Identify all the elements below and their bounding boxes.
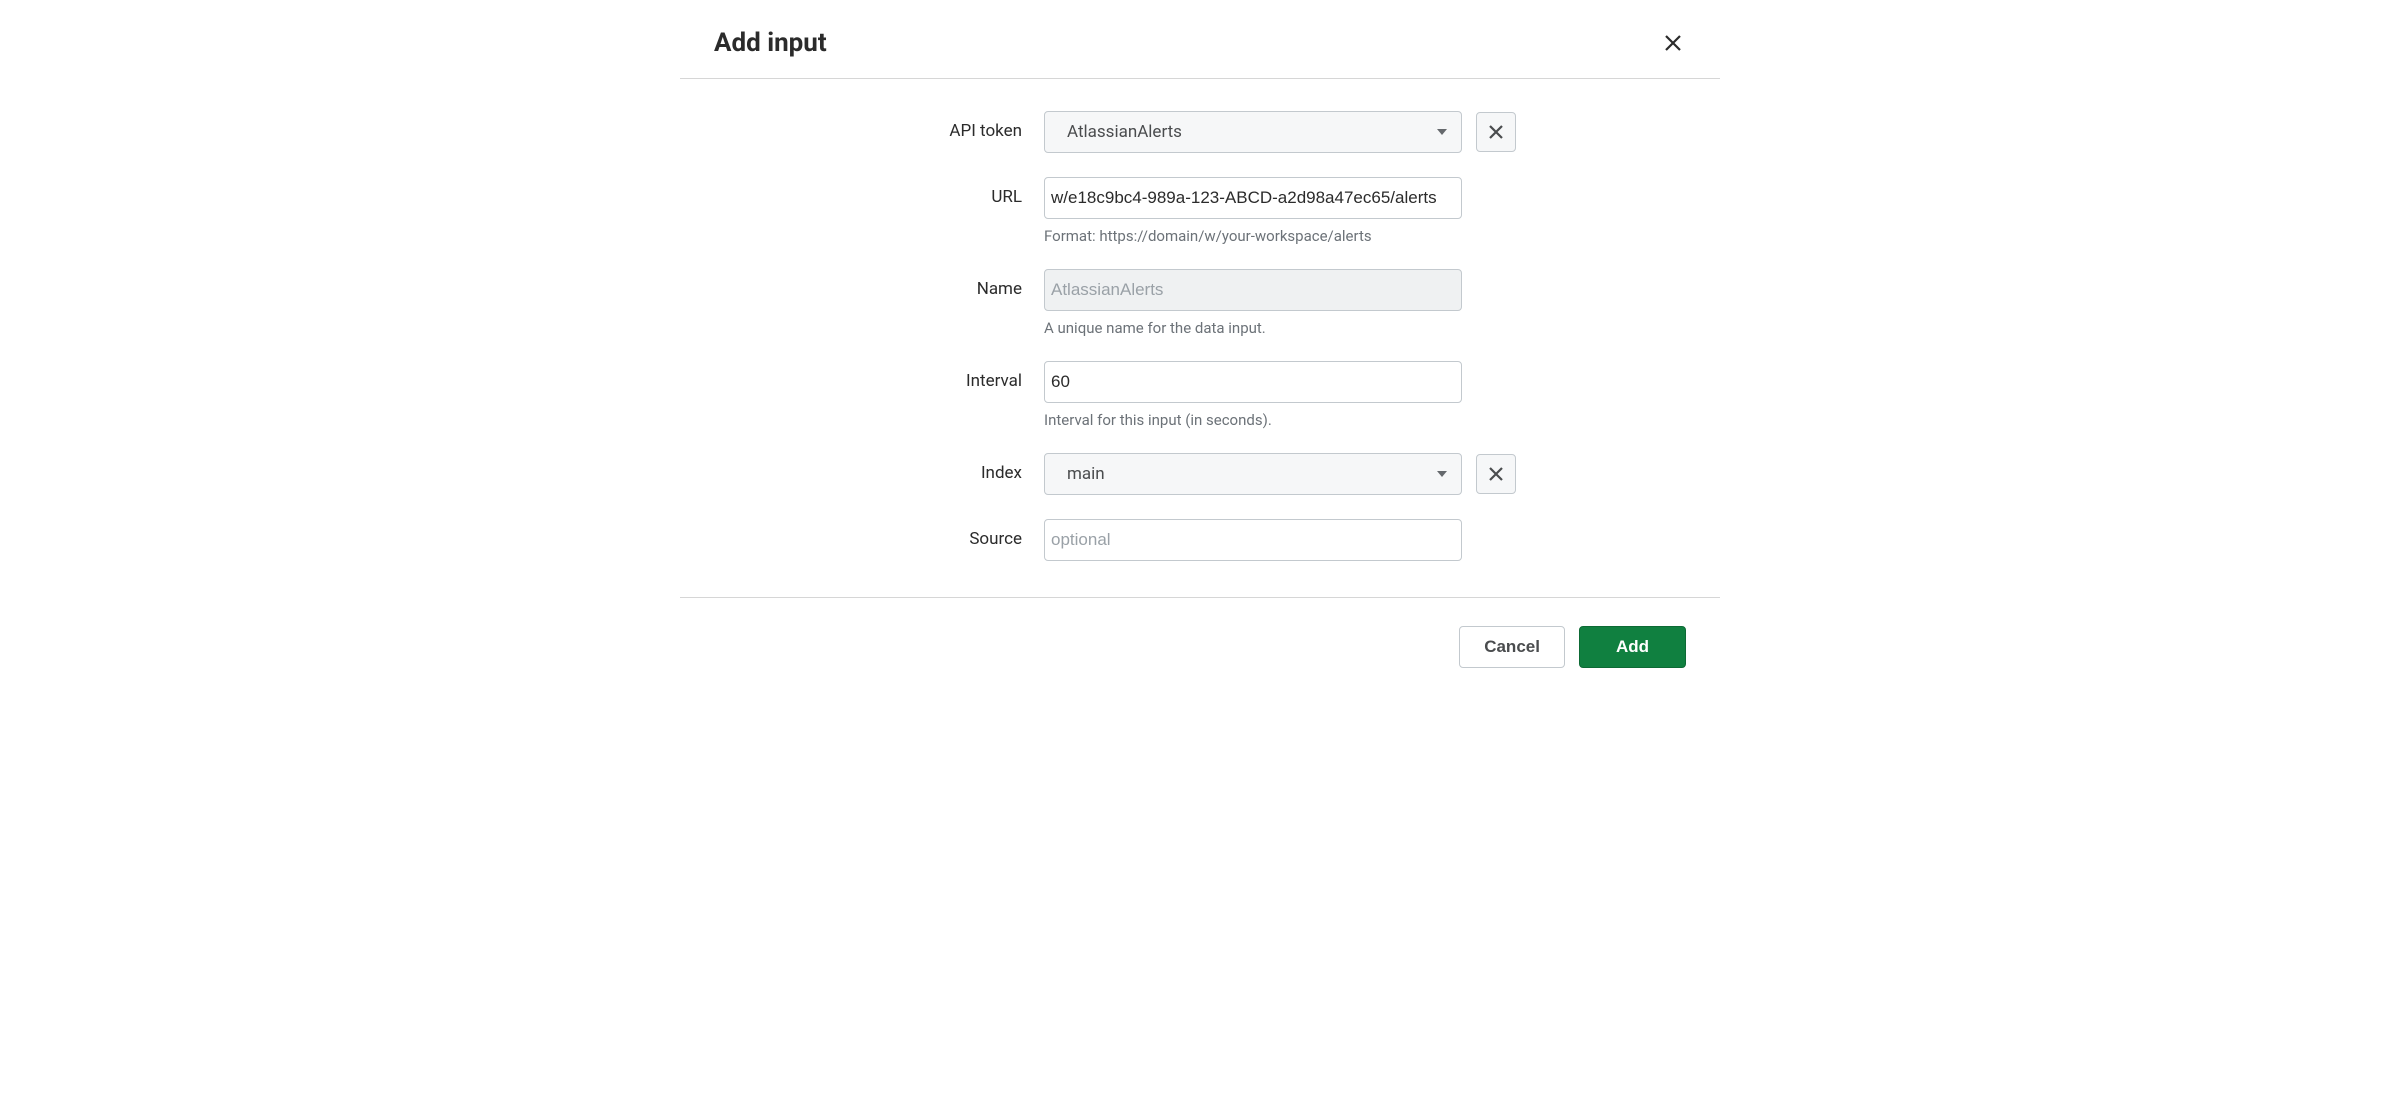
row-interval: Interval Interval for this input (in sec… (714, 361, 1686, 429)
interval-input[interactable] (1044, 361, 1462, 403)
row-api-token: API token AtlassianAlerts (714, 111, 1686, 153)
modal-header: Add input (680, 10, 1720, 79)
chevron-down-icon (1437, 129, 1447, 135)
label-interval: Interval (714, 361, 1044, 391)
x-icon (1488, 124, 1504, 140)
add-input-modal: Add input API token AtlassianAlerts (680, 10, 1720, 668)
label-url: URL (714, 177, 1044, 207)
modal-footer: Cancel Add (680, 597, 1720, 668)
index-select[interactable]: main (1044, 453, 1462, 495)
add-button[interactable]: Add (1579, 626, 1686, 668)
label-source: Source (714, 519, 1044, 549)
close-button[interactable] (1660, 30, 1686, 56)
row-name: Name A unique name for the data input. (714, 269, 1686, 337)
x-icon (1488, 466, 1504, 482)
url-input[interactable] (1044, 177, 1462, 219)
form-body: API token AtlassianAlerts URL (680, 111, 1720, 561)
index-selected-value: main (1067, 464, 1105, 484)
index-clear-button[interactable] (1476, 454, 1516, 494)
row-source: Source (714, 519, 1686, 561)
chevron-down-icon (1437, 471, 1447, 477)
label-index: Index (714, 453, 1044, 483)
source-input[interactable] (1044, 519, 1462, 561)
api-token-select[interactable]: AtlassianAlerts (1044, 111, 1462, 153)
name-input (1044, 269, 1462, 311)
row-index: Index main (714, 453, 1686, 495)
label-api-token: API token (714, 111, 1044, 141)
name-help-text: A unique name for the data input. (1044, 319, 1462, 337)
cancel-button[interactable]: Cancel (1459, 626, 1565, 668)
api-token-selected-value: AtlassianAlerts (1067, 122, 1182, 142)
url-help-text: Format: https://domain/w/your-workspace/… (1044, 227, 1462, 245)
label-name: Name (714, 269, 1044, 299)
interval-help-text: Interval for this input (in seconds). (1044, 411, 1462, 429)
api-token-clear-button[interactable] (1476, 112, 1516, 152)
modal-title: Add input (714, 28, 827, 58)
row-url: URL Format: https://domain/w/your-worksp… (714, 177, 1686, 245)
close-icon (1664, 34, 1682, 52)
